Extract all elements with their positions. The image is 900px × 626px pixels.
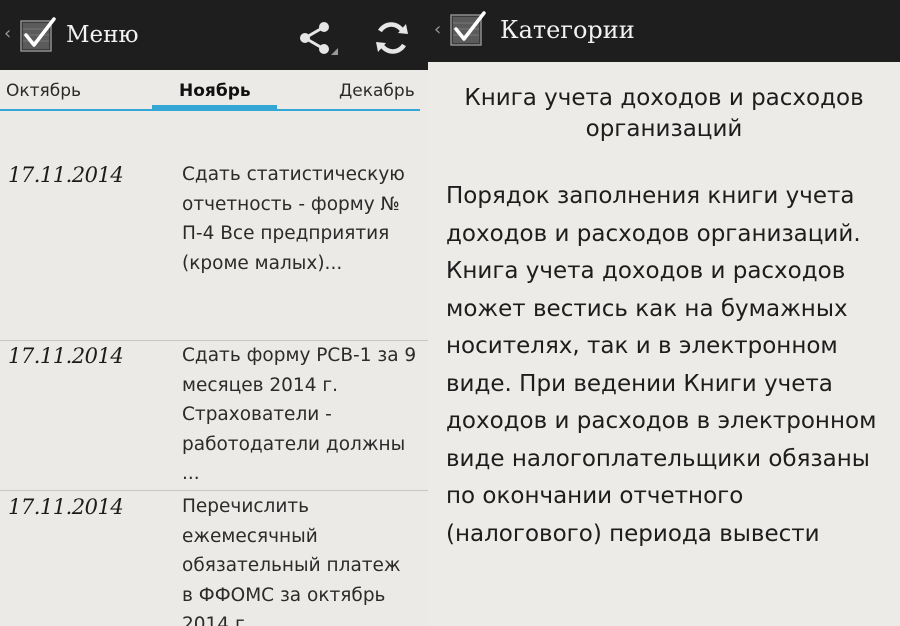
checkmark-notepad-icon[interactable] xyxy=(18,16,56,54)
refresh-icon[interactable] xyxy=(372,18,412,58)
checkmark-notepad-icon[interactable] xyxy=(448,10,486,48)
month-tabs: Октябрь Ноябрь Декабрь xyxy=(0,70,428,114)
item-date: 17.11.2014 xyxy=(8,495,124,519)
action-bar: ‹ Категории xyxy=(428,0,900,62)
share-icon[interactable] xyxy=(296,20,340,56)
right-screen: ‹ Категории Книга учета доходов и расход… xyxy=(428,0,900,626)
screen-title: Меню xyxy=(66,22,139,48)
left-screen: ‹ Меню Октябрь Ноябрь Декабрь 17.11.2014… xyxy=(0,0,428,626)
up-chevron-icon[interactable]: ‹ xyxy=(4,24,11,44)
active-tab-indicator xyxy=(152,105,277,110)
item-text: Сдать форму РСВ-1 за 9 месяцев 2014 г. С… xyxy=(182,345,417,484)
tab-october[interactable]: Октябрь xyxy=(6,80,81,102)
list-divider xyxy=(0,490,428,491)
article-body: Порядок заполнения книги учета доходов и… xyxy=(446,183,877,547)
article-title: Книга учета доходов и расходов организац… xyxy=(464,85,864,142)
item-date: 17.11.2014 xyxy=(8,163,124,187)
item-text: Перечислить ежемесячный обязательный пла… xyxy=(182,496,401,626)
item-date: 17.11.2014 xyxy=(8,344,124,368)
action-bar: ‹ Меню xyxy=(0,0,428,70)
item-text: Сдать статистическую отчетность - форму … xyxy=(182,164,405,274)
tab-november[interactable]: Ноябрь xyxy=(179,80,251,102)
tab-december[interactable]: Декабрь xyxy=(339,80,415,102)
up-chevron-icon[interactable]: ‹ xyxy=(434,20,441,40)
screen-title: Категории xyxy=(500,16,635,44)
